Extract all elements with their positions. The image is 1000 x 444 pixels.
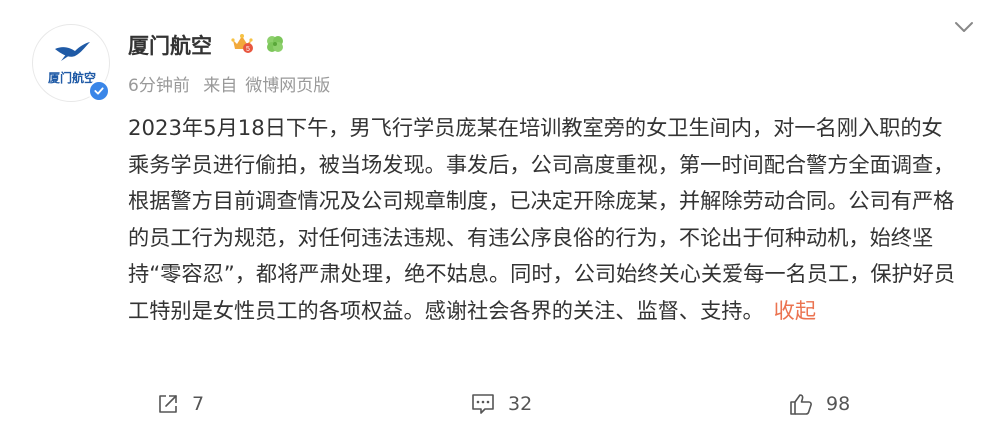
comment-icon: [472, 394, 494, 414]
like-button[interactable]: 98: [788, 392, 850, 416]
thumbs-up-icon: [790, 394, 812, 415]
clover-badge-icon[interactable]: [264, 33, 286, 55]
crown-badge-icon[interactable]: 5: [230, 32, 254, 54]
weibo-post-card: 厦门航空 厦门航空 5 6分钟前 来自 微博网页版 2023年5月18日下午，男飞…: [0, 0, 1000, 444]
author-name[interactable]: 厦门航空: [128, 30, 212, 60]
comment-button[interactable]: 32: [470, 392, 532, 416]
post-text: 2023年5月18日下午，男飞行学员庞某在培训教室旁的女卫生间内，对一名刚入职的…: [128, 115, 956, 323]
post-time[interactable]: 6分钟前: [128, 76, 190, 96]
like-count: 98: [826, 393, 851, 415]
collapse-link[interactable]: 收起: [774, 298, 816, 323]
post-body: 2023年5月18日下午，男飞行学员庞某在培训教室旁的女卫生间内，对一名刚入职的…: [128, 110, 960, 329]
comment-count: 32: [508, 393, 533, 415]
post-source[interactable]: 微博网页版: [245, 76, 330, 96]
share-icon: [159, 395, 177, 413]
share-button[interactable]: 7: [156, 392, 204, 416]
post-meta: 6分钟前 来自 微博网页版: [128, 71, 338, 96]
verified-badge-icon: [88, 80, 110, 102]
share-count: 7: [192, 393, 205, 415]
source-prefix: 来自: [203, 76, 238, 96]
chevron-down-icon[interactable]: [952, 18, 976, 36]
svg-text:5: 5: [246, 46, 250, 53]
swallow-logo-icon: [55, 42, 90, 61]
